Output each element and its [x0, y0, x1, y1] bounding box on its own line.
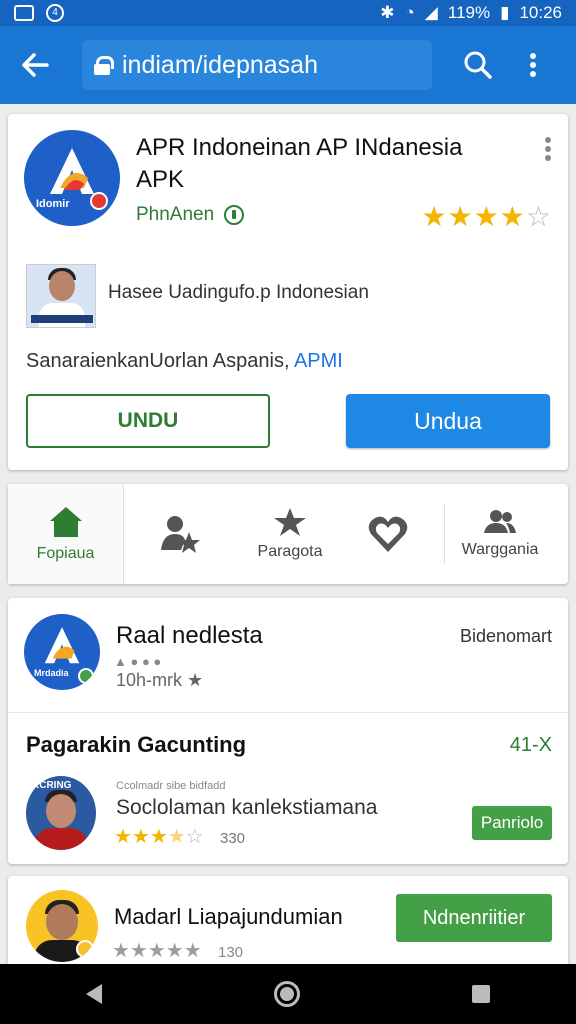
app-logo: Idomir: [24, 130, 120, 226]
lock-icon: [94, 56, 114, 75]
nav-favorites[interactable]: [344, 484, 432, 584]
section-title: Pagarakin Gacunting: [26, 732, 247, 757]
heart-icon: [368, 516, 408, 552]
app-rating-stars: ★★★★☆: [421, 201, 552, 232]
notification-icon: 4: [46, 4, 64, 22]
back-button[interactable]: [0, 26, 70, 104]
list-item-title[interactable]: Madarl Liapajundumian: [114, 904, 343, 930]
nav-home[interactable]: Fopiaua: [8, 484, 124, 584]
download-outline-button[interactable]: UNDU: [26, 394, 270, 448]
badge-icon: [76, 940, 94, 958]
nav-profile[interactable]: [124, 484, 236, 584]
list-item-meta: Bidenomart: [459, 626, 552, 646]
list-item-avatar: [26, 890, 98, 962]
status-bar: 4 ✱ ◔ ◢ 119% ▮ 10:26: [0, 0, 576, 26]
back-triangle-icon[interactable]: [86, 984, 102, 1004]
download-button[interactable]: Undua: [346, 394, 550, 448]
search-icon: [464, 51, 492, 79]
rating-count: 130: [218, 944, 244, 961]
system-nav-bar: [0, 964, 576, 1024]
play-badge-icon: [90, 192, 108, 210]
more-vert-icon: [545, 137, 551, 161]
app-title: APR Indoneinan AP INdanesia APK: [136, 134, 463, 193]
battery-icon: ▮: [500, 3, 510, 22]
star-icon: [274, 508, 306, 536]
signal-icon: ◢: [424, 3, 438, 22]
group-icon: [484, 510, 516, 533]
url-text: indiam/idepnasah: [122, 50, 318, 79]
home-icon: [49, 507, 82, 537]
home-circle-icon[interactable]: [274, 981, 300, 1007]
list-item-card: Madarl Liapajundumian ★★★★★ 130 Ndnenrii…: [8, 876, 568, 976]
recents-square-icon[interactable]: [472, 985, 490, 1003]
verified-icon: [224, 205, 245, 225]
more-vert-icon: [530, 53, 536, 77]
nav-community[interactable]: Warggania: [432, 484, 568, 584]
install-button[interactable]: Panriolo: [472, 806, 552, 840]
wifi-icon: ◔: [404, 3, 415, 22]
install-button[interactable]: Ndnenriitier: [396, 894, 552, 942]
divider: [8, 712, 568, 713]
category-nav: Fopiaua Paragota Warggania: [8, 484, 568, 584]
person-star-icon: [161, 516, 200, 553]
nav-popular[interactable]: Paragota: [236, 484, 344, 584]
small-stars: ▲ ● ● ●: [114, 654, 162, 669]
recommendation-list: Mrdadia Raal nedlesta ▲ ● ● ● 10h-mrk ★ …: [8, 598, 568, 864]
list-item-rating: ★★★★★: [112, 940, 202, 962]
list-item-avatar: RCRING: [26, 776, 96, 850]
description-link[interactable]: APMI: [294, 350, 343, 372]
section-count[interactable]: 41-X: [510, 734, 552, 757]
search-button[interactable]: [448, 26, 508, 104]
browser-toolbar: indiam/idepnasah: [0, 26, 576, 104]
bluetooth-icon: ✱: [380, 3, 395, 22]
developer-name: PhnAnen: [136, 204, 215, 225]
rating-count: 330: [220, 830, 246, 847]
check-badge-icon: [78, 668, 94, 684]
app-description: SanaraienkanUorlan Aspanis, APMI: [26, 350, 343, 372]
promo-thumbnail[interactable]: [26, 264, 96, 328]
list-item-title[interactable]: Soclolaman kanlekstiamana: [116, 796, 377, 820]
app-menu-button[interactable]: [544, 136, 552, 162]
image-icon: [14, 5, 34, 21]
developer-link[interactable]: PhnAnen: [136, 204, 245, 226]
promo-text: Hasee Uadingufo.p Indonesian: [108, 282, 369, 303]
list-item-title[interactable]: Raal nedlesta: [116, 622, 263, 650]
app-detail-card: Idomir APR Indoneinan AP INdanesia APK P…: [8, 114, 568, 470]
list-item-logo: Mrdadia: [24, 614, 100, 690]
list-item-subtitle: 10h-mrk ★: [116, 670, 204, 690]
address-bar[interactable]: indiam/idepnasah: [82, 40, 432, 90]
arrow-left-icon: [22, 53, 49, 77]
list-item-caption: Ccolmadr sibe bidfadd: [116, 780, 226, 792]
list-item-rating: ★★★★☆: [114, 826, 204, 848]
clock: 10:26: [519, 3, 562, 22]
overflow-menu-button[interactable]: [508, 26, 558, 104]
battery-level: 119%: [447, 3, 491, 22]
